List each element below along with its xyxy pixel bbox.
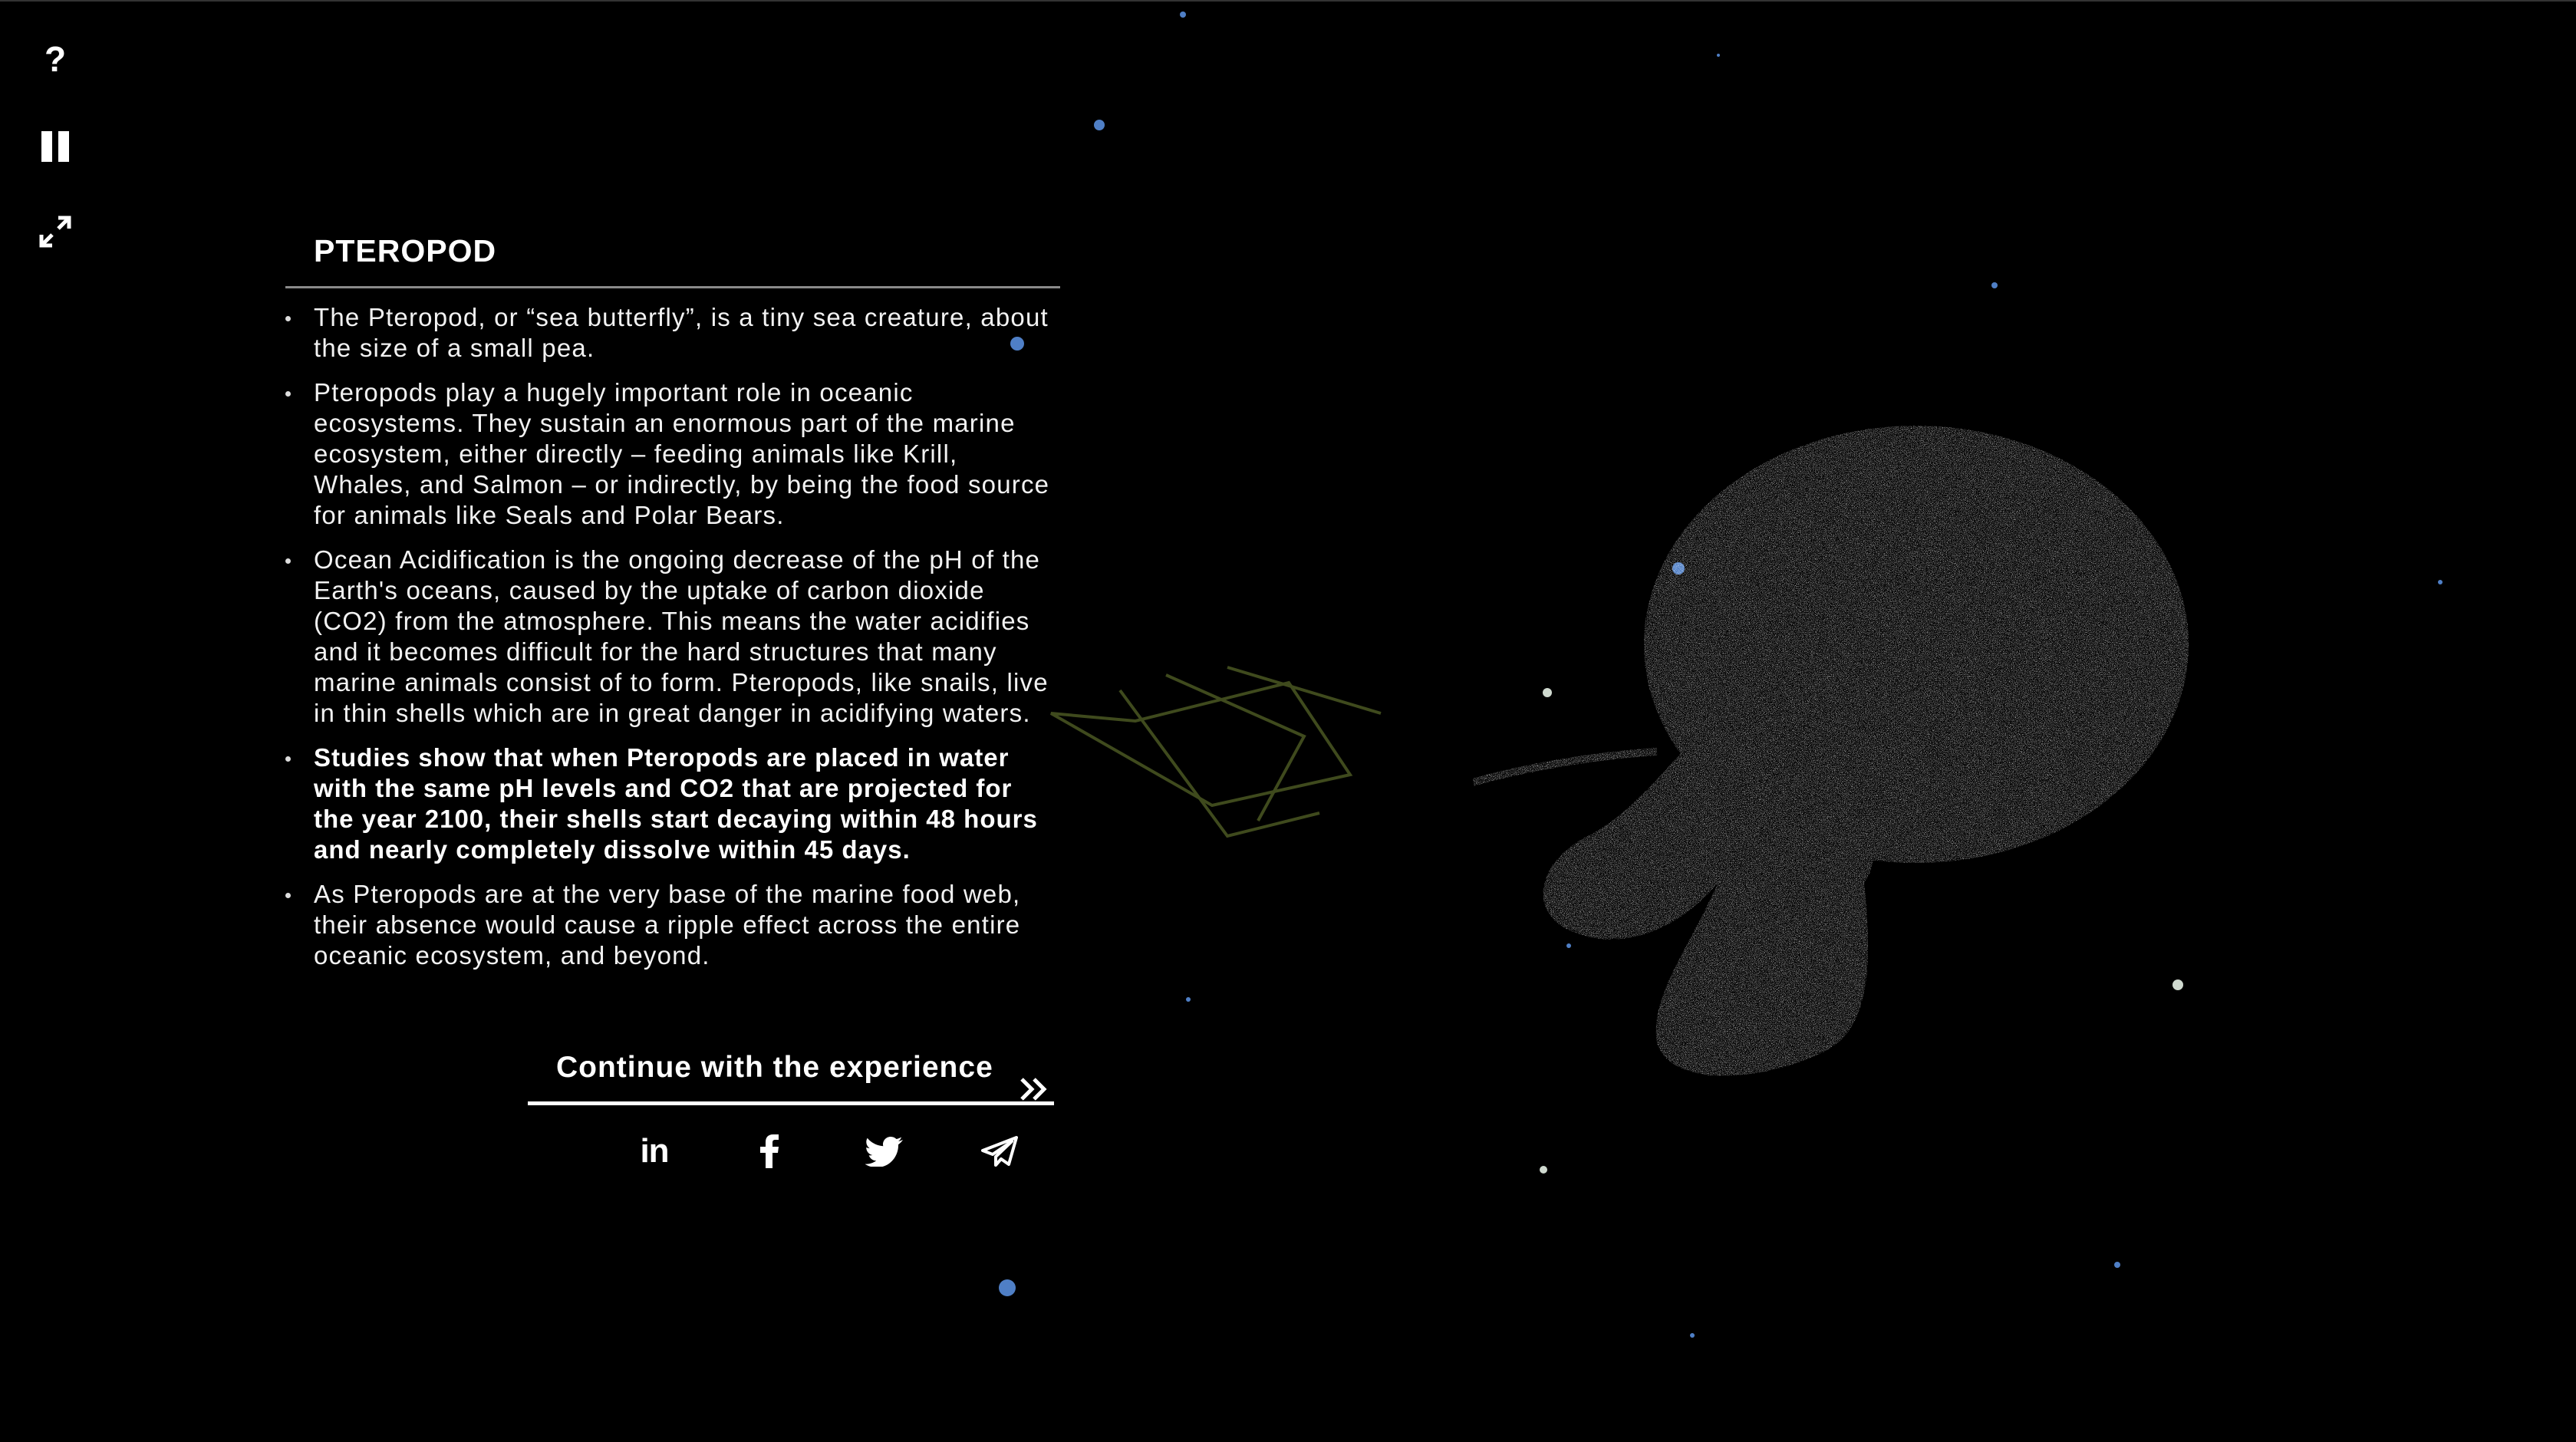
linkedin-icon: in (640, 1132, 669, 1170)
telegram-share-button[interactable] (973, 1124, 1026, 1178)
continue-underline (528, 1101, 1054, 1105)
help-button[interactable]: ? (31, 35, 80, 84)
continue-label: Continue with the experience (556, 1051, 993, 1084)
pause-icon (41, 131, 69, 162)
panel-title: PTEROPOD (314, 233, 497, 268)
expand-icon (39, 216, 71, 248)
fact-item: Pteropods play a hugely important role i… (285, 377, 1060, 531)
fact-list: The Pteropod, or “sea butterfly”, is a t… (285, 302, 1060, 971)
fullscreen-button[interactable] (31, 207, 80, 256)
twitter-share-button[interactable] (858, 1124, 911, 1178)
telegram-icon (981, 1136, 1018, 1167)
double-chevron-right-icon (1020, 1078, 1047, 1101)
continue-button[interactable]: Continue with the experience (528, 1043, 1054, 1108)
twitter-icon (865, 1137, 903, 1167)
title-divider (285, 286, 1060, 288)
fact-item-highlight: Studies show that when Pteropods are pla… (285, 742, 1060, 865)
linkedin-share-button[interactable]: in (628, 1124, 681, 1178)
info-panel: PTEROPOD The Pteropod, or “sea butterfly… (285, 226, 1060, 985)
pteropod-creature (1471, 426, 2189, 1076)
particle-web (1050, 666, 1382, 838)
help-icon: ? (44, 39, 67, 79)
pause-button[interactable] (31, 122, 80, 171)
fact-item: Ocean Acidification is the ongoing decre… (285, 545, 1060, 729)
fact-item: The Pteropod, or “sea butterfly”, is a t… (285, 302, 1060, 364)
facebook-icon (760, 1134, 779, 1168)
facebook-share-button[interactable] (743, 1124, 796, 1178)
fact-item: As Pteropods are at the very base of the… (285, 879, 1060, 971)
